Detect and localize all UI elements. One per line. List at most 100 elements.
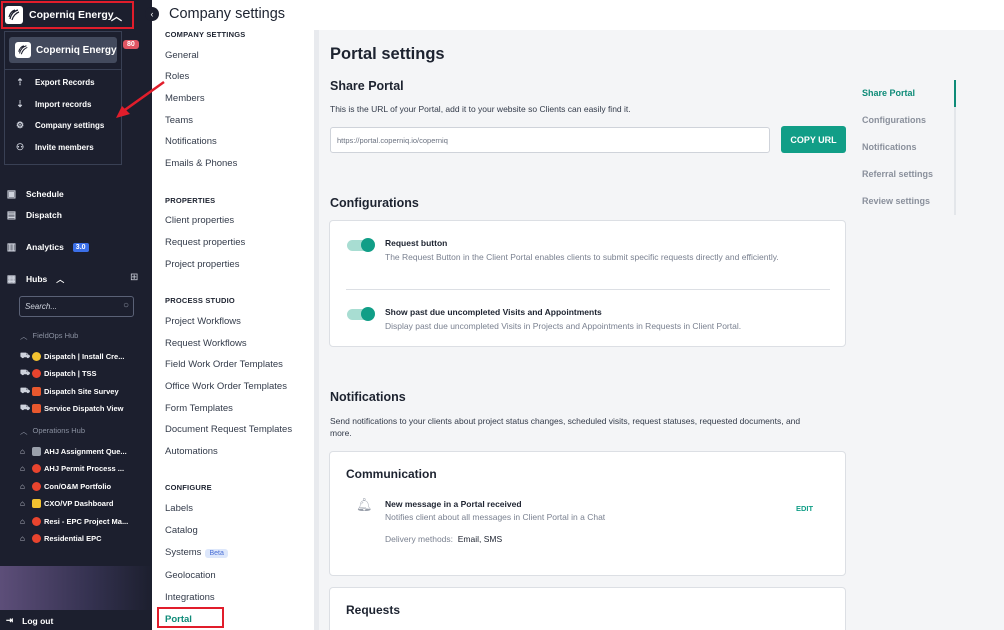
- menu-client-properties[interactable]: Client properties: [165, 215, 234, 226]
- anchor-share-portal[interactable]: Share Portal: [862, 88, 915, 98]
- toggle-knob: [361, 238, 375, 252]
- nav-label: Schedule: [26, 189, 64, 199]
- bell-icon: 🔔︎: [356, 497, 373, 512]
- hub-search-input[interactable]: Search... ○: [19, 296, 134, 317]
- user-profile-blurred[interactable]: [0, 566, 152, 610]
- vehicle-icon: [32, 386, 41, 396]
- hub-item[interactable]: ⌂ AHJ Permit Process ...: [20, 461, 134, 475]
- beta-badge: Beta: [205, 549, 228, 558]
- target-icon: [32, 463, 41, 473]
- notifications-heading: Notifications: [330, 390, 406, 404]
- nav-analytics[interactable]: ▥ Analytics 3.0: [6, 239, 89, 255]
- config-description: The Request Button in the Client Portal …: [385, 252, 779, 262]
- page-title: Company settings: [169, 6, 286, 22]
- building-icon: ⌂: [20, 516, 25, 526]
- annotation-arrow-icon: [116, 80, 165, 118]
- menu-item-label: Import records: [35, 99, 92, 109]
- nav-hubs[interactable]: ▦ Hubs ︿: [6, 271, 64, 287]
- add-hub-icon[interactable]: ⊞: [130, 272, 138, 283]
- delivery-label: Delivery methods:: [385, 534, 454, 544]
- portal-url-field[interactable]: https://portal.coperniq.io/coperniq: [330, 127, 770, 153]
- group-label-text: FieldOps Hub: [32, 331, 79, 340]
- operations-hub-label[interactable]: ︿ Operations Hub: [20, 426, 85, 437]
- menu-project-workflows[interactable]: Project Workflows: [165, 316, 241, 327]
- menu-labels[interactable]: Labels: [165, 503, 193, 514]
- import-records-item[interactable]: ⇣ Import records: [5, 94, 121, 116]
- fieldops-hub-label[interactable]: ︿ FieldOps Hub: [20, 331, 78, 342]
- communication-card: Communication 🔔︎ New message in a Portal…: [329, 451, 846, 576]
- hub-item-label: Service Dispatch View: [44, 403, 124, 413]
- workspace-name: Coperniq Energy: [29, 9, 114, 21]
- hub-item-label: Dispatch Site Survey: [44, 386, 119, 396]
- menu-automations[interactable]: Automations: [165, 446, 218, 457]
- hub-item[interactable]: ⛟ Dispatch | TSS: [20, 366, 134, 380]
- hub-item[interactable]: ⌂ Resi - EPC Project Ma...: [20, 514, 134, 528]
- search-icon: ○: [122, 300, 129, 311]
- copy-url-button[interactable]: COPY URL: [781, 126, 846, 153]
- nav-schedule[interactable]: ▣ Schedule: [6, 186, 64, 202]
- menu-field-work-order-templates[interactable]: Field Work Order Templates: [165, 359, 283, 370]
- logout-label: Log out: [22, 615, 54, 626]
- hub-item[interactable]: ⌂ Residential EPC: [20, 531, 134, 545]
- menu-members[interactable]: Members: [165, 93, 205, 104]
- past-due-toggle[interactable]: [347, 307, 375, 321]
- notification-badge: 80: [123, 40, 139, 49]
- menu-integrations[interactable]: Integrations: [165, 592, 215, 603]
- hub-item[interactable]: ⛟ Service Dispatch View: [20, 401, 134, 415]
- requests-card: Requests: [329, 587, 846, 630]
- export-records-item[interactable]: ⇡ Export Records: [5, 72, 121, 94]
- chart-icon: [32, 446, 41, 456]
- request-button-toggle[interactable]: [347, 238, 375, 252]
- menu-project-properties[interactable]: Project properties: [165, 259, 239, 270]
- menu-office-work-order-templates[interactable]: Office Work Order Templates: [165, 381, 287, 392]
- dispatch-icon: ▤: [6, 209, 17, 221]
- hub-item[interactable]: ⛟ Dispatch | Install Cre...: [20, 349, 134, 363]
- nav-dispatch[interactable]: ▤ Dispatch: [6, 207, 62, 223]
- menu-emails-phones[interactable]: Emails & Phones: [165, 158, 237, 169]
- workspace-dropdown-header[interactable]: Coperniq Energy: [9, 37, 117, 63]
- anchor-notifications[interactable]: Notifications: [862, 142, 917, 152]
- hub-item-label: AHJ Assignment Que...: [44, 446, 127, 456]
- notifications-description: Send notifications to your clients about…: [330, 416, 801, 438]
- menu-general[interactable]: General: [165, 50, 199, 61]
- menu-request-workflows[interactable]: Request Workflows: [165, 338, 247, 349]
- company-settings-item[interactable]: ⚙ Company settings: [5, 115, 121, 137]
- menu-systems[interactable]: Systems Beta: [165, 547, 228, 558]
- delivery-value: Email, SMS: [457, 534, 503, 544]
- edit-notification-button[interactable]: EDIT: [796, 504, 813, 513]
- logout-button[interactable]: ⇥ Log out: [6, 615, 53, 626]
- menu-request-properties[interactable]: Request properties: [165, 237, 245, 248]
- invite-members-item[interactable]: ⚇ Invite members: [5, 137, 121, 159]
- truck-icon: ⛟: [20, 351, 31, 360]
- hub-item[interactable]: ⌂ CXO/VP Dashboard: [20, 496, 134, 510]
- menu-roles[interactable]: Roles: [165, 71, 189, 82]
- config-description: Display past due uncompleted Visits in P…: [385, 321, 742, 331]
- vehicle-icon: [32, 403, 41, 413]
- menu-item-label: Export Records: [35, 78, 95, 88]
- hub-item[interactable]: ⛟ Dispatch Site Survey: [20, 384, 134, 398]
- menu-notifications[interactable]: Notifications: [165, 136, 217, 147]
- menu-document-request-templates[interactable]: Document Request Templates: [165, 424, 292, 435]
- section-configure: CONFIGURE: [165, 483, 212, 492]
- menu-teams[interactable]: Teams: [165, 115, 193, 126]
- anchor-review-settings[interactable]: Review settings: [862, 196, 930, 206]
- section-company-settings: COMPANY SETTINGS: [165, 30, 246, 39]
- logout-icon: ⇥: [6, 615, 14, 625]
- share-portal-heading: Share Portal: [330, 79, 404, 93]
- menu-portal[interactable]: Portal: [165, 614, 192, 625]
- menu-catalog[interactable]: Catalog: [165, 525, 198, 536]
- calendar-icon: ▣: [6, 188, 17, 200]
- hub-item-label: AHJ Permit Process ...: [44, 463, 125, 473]
- collapse-sidebar-icon[interactable]: ‹: [145, 7, 159, 21]
- requests-heading: Requests: [346, 603, 401, 617]
- dropdown-workspace-name: Coperniq Energy: [36, 44, 117, 56]
- hub-item[interactable]: ⌂ AHJ Assignment Que...: [20, 444, 134, 458]
- hub-item[interactable]: ⌂ Con/O&M Portfolio: [20, 479, 134, 493]
- menu-form-templates[interactable]: Form Templates: [165, 403, 233, 414]
- share-portal-description: This is the URL of your Portal, add it t…: [330, 104, 631, 114]
- workspace-switcher[interactable]: Coperniq Energy ︿: [1, 1, 134, 29]
- anchor-referral-settings[interactable]: Referral settings: [862, 169, 933, 179]
- anchor-configurations[interactable]: Configurations: [862, 115, 926, 125]
- emoji-icon: [32, 351, 41, 361]
- menu-geolocation[interactable]: Geolocation: [165, 570, 216, 581]
